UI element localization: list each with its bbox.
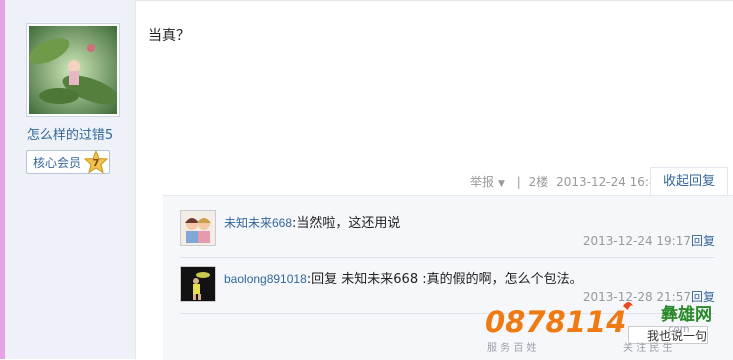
star-icon: 7 xyxy=(84,150,108,174)
reply-text: 回复 未知未来668 :真的假的啊，怎么个包法。 xyxy=(311,272,583,287)
author-username[interactable]: 怎么样的过错5 xyxy=(5,124,135,143)
post-actions: 举报 ▼ | 2楼 2013-12-24 16:46 xyxy=(470,172,668,192)
author-avatar[interactable] xyxy=(26,23,120,117)
rank-badge: 核心会员 7 xyxy=(26,150,110,174)
floor-number: 2楼 xyxy=(528,175,549,189)
post-timestamp: 2013-12-24 16:46 xyxy=(556,175,665,189)
reply-meta: 2013-12-24 19:17回复 xyxy=(583,232,715,249)
watermark-slogan-right: 关 注 民 生 xyxy=(623,341,673,354)
report-label: 举报 xyxy=(470,175,495,189)
post-content: 当真？ xyxy=(148,28,190,44)
watermark-number: 0878114 xyxy=(485,305,626,339)
watermark-slogan-left: 服 务 百 姓 xyxy=(487,341,537,354)
watermark-suffix: .com xyxy=(665,324,690,335)
reply-avatar[interactable] xyxy=(180,210,216,246)
reply-line: baolong891018:回复 未知未来668 :真的假的啊，怎么个包法。 xyxy=(224,268,583,287)
reply-divider xyxy=(180,257,715,258)
reply-text: 当然啦，这还用说 xyxy=(296,216,401,231)
rank-level: 7 xyxy=(93,158,100,169)
reply-time: 2013-12-24 19:17 xyxy=(582,234,691,248)
author-sidebar: 怎么样的过错5 核心会员 7 xyxy=(5,0,136,359)
report-link[interactable]: 举报 ▼ xyxy=(470,175,509,189)
collapse-reply-button[interactable]: 收起回复 xyxy=(650,167,728,196)
site-watermark-logo: 0878114 彝雄网 .com 服 务 百 姓 关 注 民 生 xyxy=(485,302,712,354)
rank-label: 核心会员 xyxy=(33,156,82,170)
reply-line: 未知未来668:当然啦，这还用说 xyxy=(224,212,400,231)
reply-username[interactable]: 未知未来668 xyxy=(224,216,292,230)
action-separator: | xyxy=(516,175,521,189)
reply-username[interactable]: baolong891018 xyxy=(224,272,307,286)
avatar-image xyxy=(29,26,117,114)
chevron-down-icon: ▼ xyxy=(498,179,505,189)
top-divider xyxy=(136,0,733,1)
reply-button[interactable]: 回复 xyxy=(691,234,715,248)
watermark-cn-name: 彝雄网 xyxy=(661,304,712,325)
reply-avatar[interactable] xyxy=(180,266,216,302)
list-item: 未知未来668:当然啦，这还用说 2013-12-24 19:17回复 xyxy=(180,210,715,250)
